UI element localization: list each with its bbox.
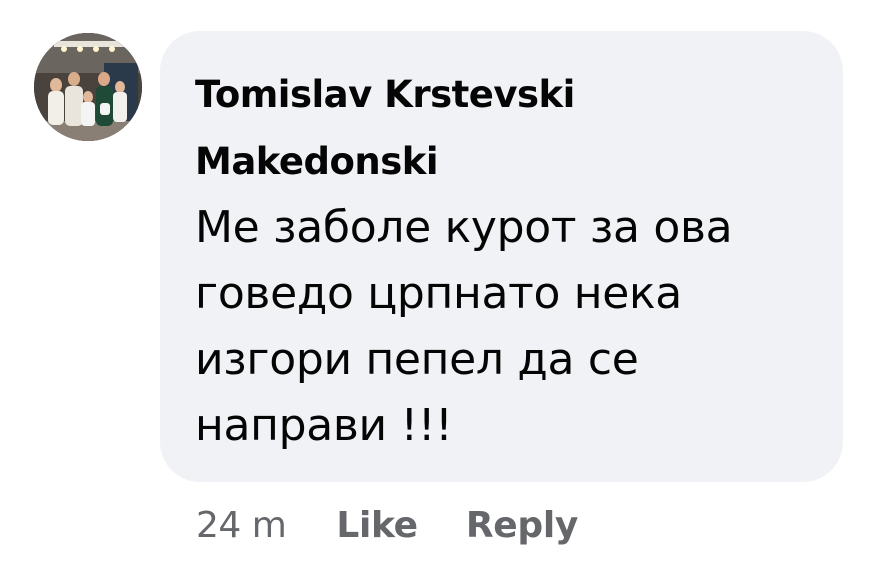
like-button[interactable]: Like <box>336 505 418 546</box>
comment-actions: 24 m Like Reply <box>196 505 626 546</box>
comment-bubble: Tomislav Krstevski Makedonski Ме заболе … <box>160 31 843 482</box>
avatar[interactable] <box>34 33 142 141</box>
comment-author-name[interactable]: Tomislav Krstevski Makedonski <box>195 61 715 195</box>
comment-timestamp[interactable]: 24 m <box>196 505 287 546</box>
profile-photo <box>34 33 142 141</box>
reply-button[interactable]: Reply <box>466 505 579 546</box>
comment-text: Ме заболе курот за ова говедо црпнато не… <box>195 202 733 451</box>
